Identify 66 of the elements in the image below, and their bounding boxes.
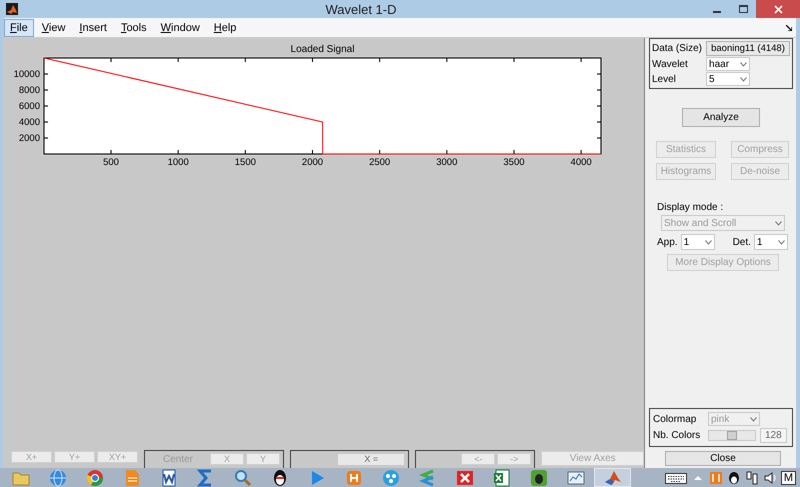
peak-icon[interactable] bbox=[604, 468, 622, 486]
x-tick-label: 2000 bbox=[302, 157, 324, 168]
data-label: Data (Size) bbox=[652, 43, 702, 54]
close-icon bbox=[774, 4, 782, 14]
display-mode-label: Display mode : bbox=[657, 202, 724, 213]
x-tick-label: 1000 bbox=[168, 157, 189, 168]
colors-slider[interactable] bbox=[708, 430, 756, 441]
cross-icon[interactable] bbox=[456, 468, 474, 486]
app-tile-icon[interactable] bbox=[708, 470, 723, 484]
caret-icon bbox=[778, 240, 785, 244]
y-tick-label: 6000 bbox=[18, 101, 40, 112]
colormap-label: Colormap bbox=[653, 414, 698, 424]
chart-window-icon[interactable] bbox=[566, 468, 584, 486]
app-select[interactable]: 1 bbox=[680, 234, 715, 250]
level-select[interactable]: 5 bbox=[706, 72, 750, 86]
speaker-icon[interactable] bbox=[762, 470, 777, 484]
det-select[interactable]: 1 bbox=[754, 234, 788, 250]
x-tick-label: 3500 bbox=[503, 157, 525, 168]
close-button[interactable]: Close bbox=[665, 451, 781, 466]
menu-item[interactable]: Help bbox=[208, 18, 242, 36]
analyze-button[interactable]: Analyze bbox=[682, 108, 760, 127]
magnifier-icon[interactable] bbox=[234, 468, 252, 486]
caret-icon bbox=[740, 76, 748, 82]
chart-title: Loaded Signal bbox=[290, 44, 354, 55]
caret-icon bbox=[750, 416, 757, 422]
menu-item[interactable]: Window bbox=[154, 18, 206, 36]
keyboard-icon[interactable] bbox=[664, 470, 687, 484]
close-window-button[interactable] bbox=[756, 0, 800, 18]
y-tick-label: 4000 bbox=[18, 117, 40, 128]
app-tile-icon[interactable] bbox=[530, 468, 548, 486]
x-tick-label: 2500 bbox=[369, 157, 390, 168]
word-document-icon[interactable] bbox=[160, 468, 178, 486]
menu-item[interactable]: File bbox=[4, 18, 34, 36]
det-label: Det. bbox=[732, 236, 751, 248]
wavelet-select[interactable]: haar bbox=[706, 57, 750, 71]
x-tick-label: 500 bbox=[103, 157, 119, 168]
y-tick-label: 10000 bbox=[14, 69, 40, 80]
globe-icon[interactable] bbox=[48, 468, 66, 486]
level-label: Level bbox=[652, 74, 677, 84]
dock-icon[interactable] bbox=[786, 24, 792, 30]
x-tick-label: 4000 bbox=[570, 157, 592, 168]
data-button[interactable]: baoning11 (4148) bbox=[706, 41, 790, 56]
colors-label: Nb. Colors bbox=[653, 430, 702, 441]
x-tick-label: 3000 bbox=[436, 157, 458, 168]
app-label: App. bbox=[657, 236, 678, 248]
caret-icon bbox=[740, 62, 748, 66]
input-method-indicator[interactable]: M bbox=[780, 470, 796, 484]
spreadsheet-icon[interactable] bbox=[492, 468, 510, 486]
y-tick-label: 8000 bbox=[18, 85, 40, 96]
menu-item[interactable]: View bbox=[36, 18, 72, 36]
app-tile-icon[interactable] bbox=[344, 468, 362, 486]
x-tick-label: 1500 bbox=[234, 157, 256, 168]
x-value-field: X = bbox=[337, 453, 406, 466]
wavelet-label: Wavelet bbox=[652, 58, 689, 70]
network-icon[interactable] bbox=[744, 470, 759, 484]
menu-item[interactable]: Insert bbox=[73, 18, 113, 36]
browser-icon[interactable] bbox=[86, 468, 104, 486]
network-nodes-icon[interactable] bbox=[382, 468, 400, 486]
window-title: Wavelet 1-D bbox=[324, 2, 398, 16]
caret-icon bbox=[775, 220, 782, 226]
app-icon bbox=[6, 3, 18, 15]
penguin-icon[interactable] bbox=[726, 470, 741, 484]
caret-icon bbox=[704, 240, 712, 244]
maximize-icon bbox=[738, 5, 748, 13]
y-tick-label: 2000 bbox=[18, 133, 40, 144]
menu-item[interactable]: Tools bbox=[114, 18, 153, 36]
